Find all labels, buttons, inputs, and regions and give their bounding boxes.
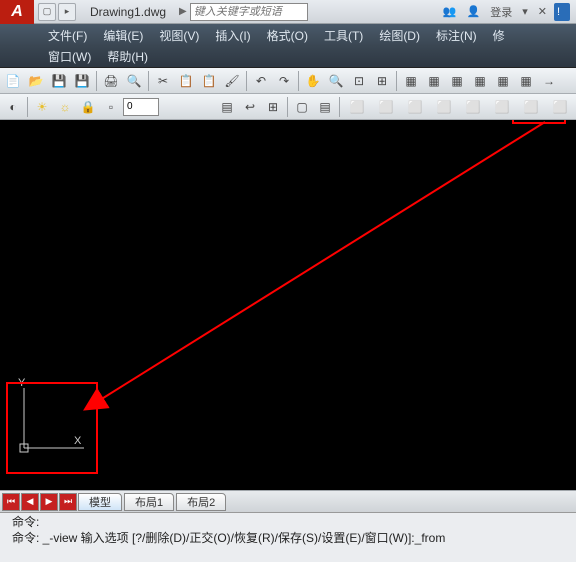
layer-prev-icon[interactable]: ↩	[239, 96, 261, 118]
tab-layout2[interactable]: 布局2	[176, 493, 226, 511]
view-top-icon[interactable]: ⬜	[343, 96, 371, 118]
palette-icon[interactable]: ▦	[446, 70, 468, 92]
view-front-icon[interactable]: ⬜	[459, 96, 487, 118]
properties-icon[interactable]: ▦	[400, 70, 422, 92]
app-logo[interactable]: A	[0, 0, 34, 24]
view-left-icon[interactable]: ⬜	[401, 96, 429, 118]
standard-toolbar: 📄 📂 💾 💾 🖨 🔍 ✂ 📋 📋 🖌 ↶ ↷ ✋ 🔍 ⊡ ⊞ ▦ ▦ ▦ ▦ …	[0, 68, 576, 94]
qat-open-icon[interactable]: ▸	[58, 3, 76, 21]
separator	[287, 97, 288, 117]
paste-icon[interactable]: 📋	[198, 70, 220, 92]
new-icon[interactable]: 📄	[2, 70, 24, 92]
menu-help[interactable]: 帮助(H)	[99, 46, 156, 68]
menubar2: 窗口(W) 帮助(H)	[0, 46, 576, 68]
copy-icon[interactable]: 📋	[175, 70, 197, 92]
command-prompt: 命令: _-view 输入选项 [?/删除(D)/正交(O)/恢复(R)/保存(…	[6, 529, 570, 545]
breadcrumb-arrow-icon: ▶	[176, 6, 190, 17]
zoom-realtime-icon[interactable]: 🔍	[325, 70, 347, 92]
annotation-box-origin	[6, 382, 98, 474]
current-layer: 0	[127, 101, 133, 112]
menu-window[interactable]: 窗口(W)	[40, 46, 99, 68]
layer-lock-icon[interactable]: 🔒	[77, 96, 99, 118]
login-button[interactable]: 登录	[487, 3, 515, 21]
communication-icon[interactable]: ✕	[535, 3, 550, 21]
pan-icon[interactable]: ✋	[302, 70, 324, 92]
file-name: Drawing1.dwg	[80, 5, 176, 19]
view-bottom-icon[interactable]: ⬜	[372, 96, 400, 118]
tab-model[interactable]: 模型	[78, 493, 122, 511]
view-back-icon[interactable]: ⬜	[488, 96, 516, 118]
menu-insert[interactable]: 插入(I)	[207, 24, 258, 46]
search-input[interactable]	[190, 3, 308, 21]
separator	[96, 71, 97, 91]
saveas-icon[interactable]: 💾	[71, 70, 93, 92]
menu-view[interactable]: 视图(V)	[151, 24, 207, 46]
layers-viewport-toolbar: ◐ ☀ ☼ 🔒 ▫ 0 ▤ ↩ ⊞ ▢ ▤ ⬜ ⬜ ⬜ ⬜ ⬜ ⬜ ⬜ ⬜	[0, 94, 576, 120]
view-right-icon[interactable]: ⬜	[430, 96, 458, 118]
user-icon[interactable]: 👤	[464, 3, 484, 21]
calc-icon[interactable]: ▦	[515, 70, 537, 92]
separator	[27, 97, 28, 117]
redo-icon[interactable]: ↷	[273, 70, 295, 92]
layer-sun-icon[interactable]: ☀	[31, 96, 53, 118]
open-icon[interactable]: 📂	[25, 70, 47, 92]
drawing-canvas[interactable]: Y X	[0, 120, 576, 490]
sheet-icon[interactable]: ▦	[469, 70, 491, 92]
menu-draw[interactable]: 绘图(D)	[371, 24, 428, 46]
dropdown-icon[interactable]: ▾	[519, 3, 531, 21]
tab-layout1[interactable]: 布局1	[124, 493, 174, 511]
markup-icon[interactable]: ▦	[492, 70, 514, 92]
viewport-poly-icon[interactable]: ▤	[314, 96, 336, 118]
command-history: 命令:	[6, 513, 570, 529]
print-icon[interactable]: 🖨	[100, 70, 122, 92]
viewport-single-icon[interactable]: ▢	[291, 96, 313, 118]
save-icon[interactable]: 💾	[48, 70, 70, 92]
tab-last-icon[interactable]: ⏭	[59, 493, 77, 511]
signin-icon[interactable]: 👥	[440, 3, 460, 21]
tab-first-icon[interactable]: ⏮	[2, 493, 20, 511]
separator	[298, 71, 299, 91]
preview-icon[interactable]: 🔍	[123, 70, 145, 92]
design-center-icon[interactable]: ▦	[423, 70, 445, 92]
separator	[148, 71, 149, 91]
layer-dropdown[interactable]: 0	[123, 98, 159, 116]
layer-state-icon[interactable]: ▤	[216, 96, 238, 118]
menubar: 文件(F) 编辑(E) 视图(V) 插入(I) 格式(O) 工具(T) 绘图(D…	[0, 24, 576, 46]
help-icon[interactable]: !	[554, 3, 570, 21]
match-icon[interactable]: 🖌	[221, 70, 243, 92]
menu-format[interactable]: 格式(O)	[259, 24, 316, 46]
layer-filter-icon[interactable]: ◐	[2, 96, 24, 118]
layer-color-icon[interactable]: ▫	[100, 96, 122, 118]
annotation-box-top	[512, 120, 566, 124]
menu-edit[interactable]: 编辑(E)	[95, 24, 151, 46]
layout-tabs: ⏮ ◀ ▶ ⏭ 模型 布局1 布局2	[0, 490, 576, 512]
layer-tools-icon[interactable]: ⊞	[262, 96, 284, 118]
arrow-right-icon[interactable]: →	[538, 70, 560, 92]
qat-new-icon[interactable]: ▢	[38, 3, 56, 21]
menu-file[interactable]: 文件(F)	[40, 24, 95, 46]
view-sw-iso-icon[interactable]: ⬜	[517, 96, 545, 118]
separator	[246, 71, 247, 91]
tab-prev-icon[interactable]: ◀	[21, 493, 39, 511]
menu-modify[interactable]: 修	[485, 24, 513, 46]
menu-tools[interactable]: 工具(T)	[316, 24, 371, 46]
view-se-iso-icon[interactable]: ⬜	[546, 96, 574, 118]
zoom-window-icon[interactable]: ⊡	[348, 70, 370, 92]
layer-freeze-icon[interactable]: ☼	[54, 96, 76, 118]
zoom-prev-icon[interactable]: ⊞	[371, 70, 393, 92]
separator	[396, 71, 397, 91]
separator	[339, 97, 340, 117]
undo-icon[interactable]: ↶	[250, 70, 272, 92]
cut-icon[interactable]: ✂	[152, 70, 174, 92]
tab-next-icon[interactable]: ▶	[40, 493, 58, 511]
menu-dimension[interactable]: 标注(N)	[428, 24, 485, 46]
